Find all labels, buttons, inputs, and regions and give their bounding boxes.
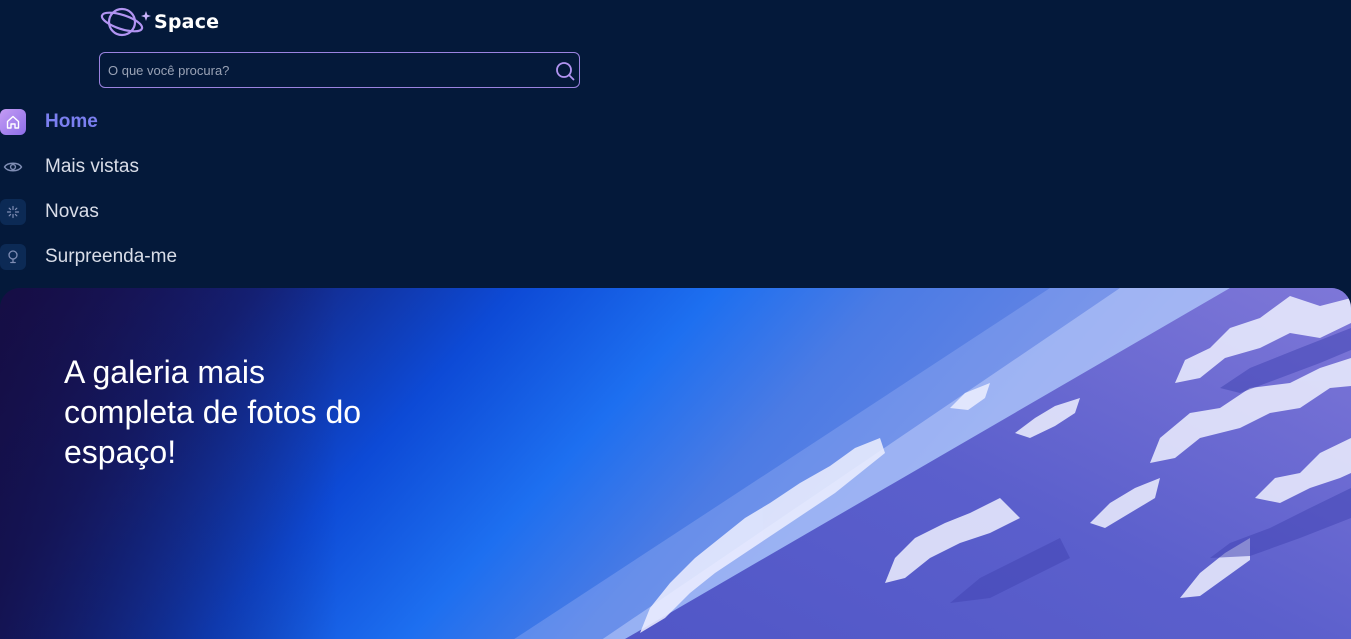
nav-item-surpreenda-me[interactable]: Surpreenda-me bbox=[0, 244, 177, 270]
planet-logo-icon bbox=[100, 7, 151, 37]
lightbulb-icon bbox=[0, 244, 26, 270]
home-icon bbox=[0, 109, 26, 135]
hero-banner: A galeria mais completa de fotos do espa… bbox=[0, 288, 1351, 639]
logo[interactable]: Space bbox=[100, 4, 219, 40]
eye-icon bbox=[0, 154, 26, 180]
search-bar bbox=[99, 52, 580, 88]
nav-label-home: Home bbox=[45, 111, 98, 132]
nav-item-novas[interactable]: Novas bbox=[0, 199, 99, 225]
nav-label-surpreenda-me: Surpreenda-me bbox=[45, 246, 178, 267]
nav-item-home[interactable]: Home bbox=[0, 109, 98, 135]
sparkle-icon bbox=[0, 199, 26, 225]
nav-item-mais-vistas[interactable]: Mais vistas bbox=[0, 154, 139, 180]
nav-label-mais-vistas: Mais vistas bbox=[45, 156, 139, 177]
search-icon[interactable] bbox=[555, 61, 575, 81]
search-input[interactable] bbox=[108, 53, 548, 87]
logo-text: Space bbox=[154, 11, 220, 33]
page: Space Home Mais vistas bbox=[0, 0, 1351, 639]
banner-title: A galeria mais completa de fotos do espa… bbox=[64, 354, 362, 470]
nav-label-novas: Novas bbox=[45, 201, 99, 222]
